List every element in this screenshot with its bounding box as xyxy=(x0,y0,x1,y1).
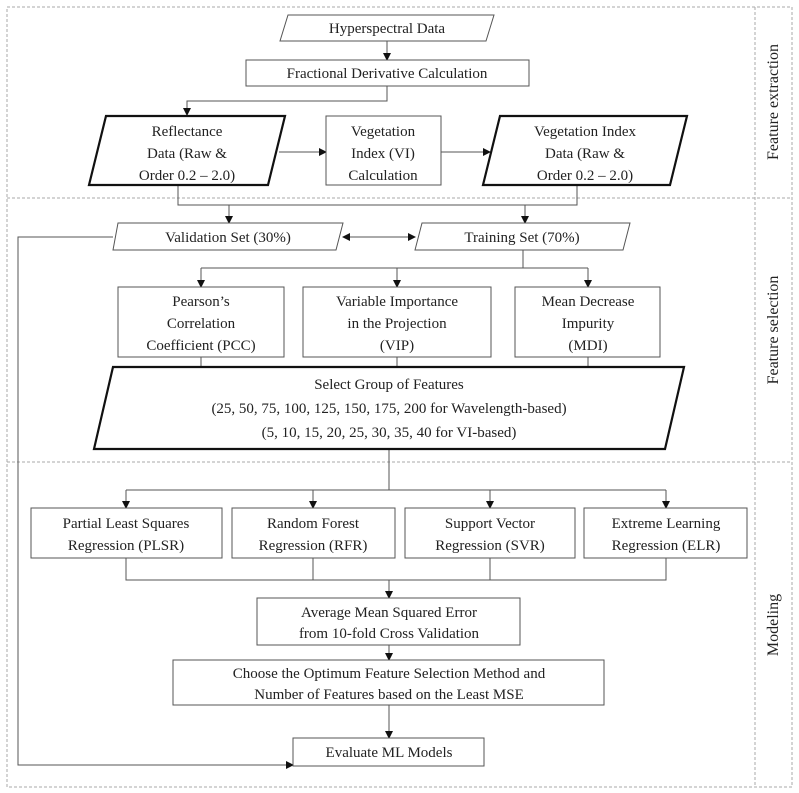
node-hyperspectral-data: Hyperspectral Data xyxy=(279,14,495,42)
node-label: in the Projection xyxy=(347,316,447,332)
node-label: Support Vector xyxy=(445,516,535,532)
node-label: (25, 50, 75, 100, 125, 150, 175, 200 for… xyxy=(211,401,566,417)
node-svr: Support Vector Regression (SVR) xyxy=(404,507,576,559)
node-label: Data (Raw & xyxy=(545,146,625,162)
node-label: Vegetation Index xyxy=(534,124,637,140)
node-label: Training Set (70%) xyxy=(464,230,579,246)
node-plsr: Partial Least Squares Regression (PLSR) xyxy=(30,507,223,559)
node-label: Hyperspectral Data xyxy=(329,21,446,37)
node-label: Calculation xyxy=(348,168,418,184)
node-label: (VIP) xyxy=(380,338,414,354)
node-label: Order 0.2 – 2.0) xyxy=(139,168,235,184)
node-label: Variable Importance xyxy=(336,294,458,310)
node-label: Reflectance xyxy=(152,124,223,140)
node-label: Random Forest xyxy=(267,516,360,532)
node-vi-calculation: Vegetation Index (VI) Calculation xyxy=(325,115,442,186)
node-select-features: Select Group of Features (25, 50, 75, 10… xyxy=(92,365,686,451)
node-label: Regression (SVR) xyxy=(435,538,545,554)
node-label: (MDI) xyxy=(568,338,607,354)
node-vip: Variable Importance in the Projection (V… xyxy=(302,286,492,358)
node-label: Average Mean Squared Error xyxy=(301,605,477,621)
node-label: Order 0.2 – 2.0) xyxy=(537,168,633,184)
node-vegetation-index-data: Vegetation Index Data (Raw & Order 0.2 –… xyxy=(481,114,689,187)
node-label: Regression (RFR) xyxy=(259,538,368,554)
section-label-modeling: Modeling xyxy=(765,594,782,656)
node-rfr: Random Forest Regression (RFR) xyxy=(231,507,396,559)
node-label: Evaluate ML Models xyxy=(326,745,453,761)
node-average-mse: Average Mean Squared Error from 10-fold … xyxy=(256,597,521,646)
node-mdi: Mean Decrease Impurity (MDI) xyxy=(514,286,661,358)
flowchart: Feature extraction Feature selection Mod… xyxy=(6,6,793,788)
node-label: Select Group of Features xyxy=(314,377,464,393)
section-label-feature-extraction: Feature extraction xyxy=(765,44,782,160)
node-label: from 10-fold Cross Validation xyxy=(299,626,480,642)
node-label: Mean Decrease xyxy=(542,294,635,310)
node-label: Validation Set (30%) xyxy=(165,230,291,246)
node-training-set: Training Set (70%) xyxy=(414,222,631,251)
node-label: Index (VI) xyxy=(351,146,415,162)
section-label-feature-selection: Feature selection xyxy=(765,276,782,385)
node-label: Pearson’s xyxy=(172,294,230,310)
node-label: Fractional Derivative Calculation xyxy=(287,66,488,82)
node-label: Partial Least Squares xyxy=(63,516,190,532)
node-label: Extreme Learning xyxy=(612,516,721,532)
node-reflectance-data: Reflectance Data (Raw & Order 0.2 – 2.0) xyxy=(87,114,287,187)
node-label: Regression (ELR) xyxy=(612,538,721,554)
node-label: Correlation xyxy=(167,316,236,332)
node-evaluate-models: Evaluate ML Models xyxy=(292,737,485,767)
node-choose-optimum: Choose the Optimum Feature Selection Met… xyxy=(172,659,605,706)
node-label: Choose the Optimum Feature Selection Met… xyxy=(233,666,546,682)
node-elr: Extreme Learning Regression (ELR) xyxy=(583,507,748,559)
node-fractional-derivative: Fractional Derivative Calculation xyxy=(245,59,530,87)
node-label: Vegetation xyxy=(351,124,416,140)
node-label: Data (Raw & xyxy=(147,146,227,162)
node-label: Impurity xyxy=(562,316,615,332)
node-label: (5, 10, 15, 20, 25, 30, 35, 40 for VI-ba… xyxy=(262,425,517,441)
node-label: Coefficient (PCC) xyxy=(146,338,255,354)
node-validation-set: Validation Set (30%) xyxy=(112,222,344,251)
node-label: Regression (PLSR) xyxy=(68,538,184,554)
node-label: Number of Features based on the Least MS… xyxy=(254,687,524,703)
node-pcc: Pearson’s Correlation Coefficient (PCC) xyxy=(117,286,285,358)
